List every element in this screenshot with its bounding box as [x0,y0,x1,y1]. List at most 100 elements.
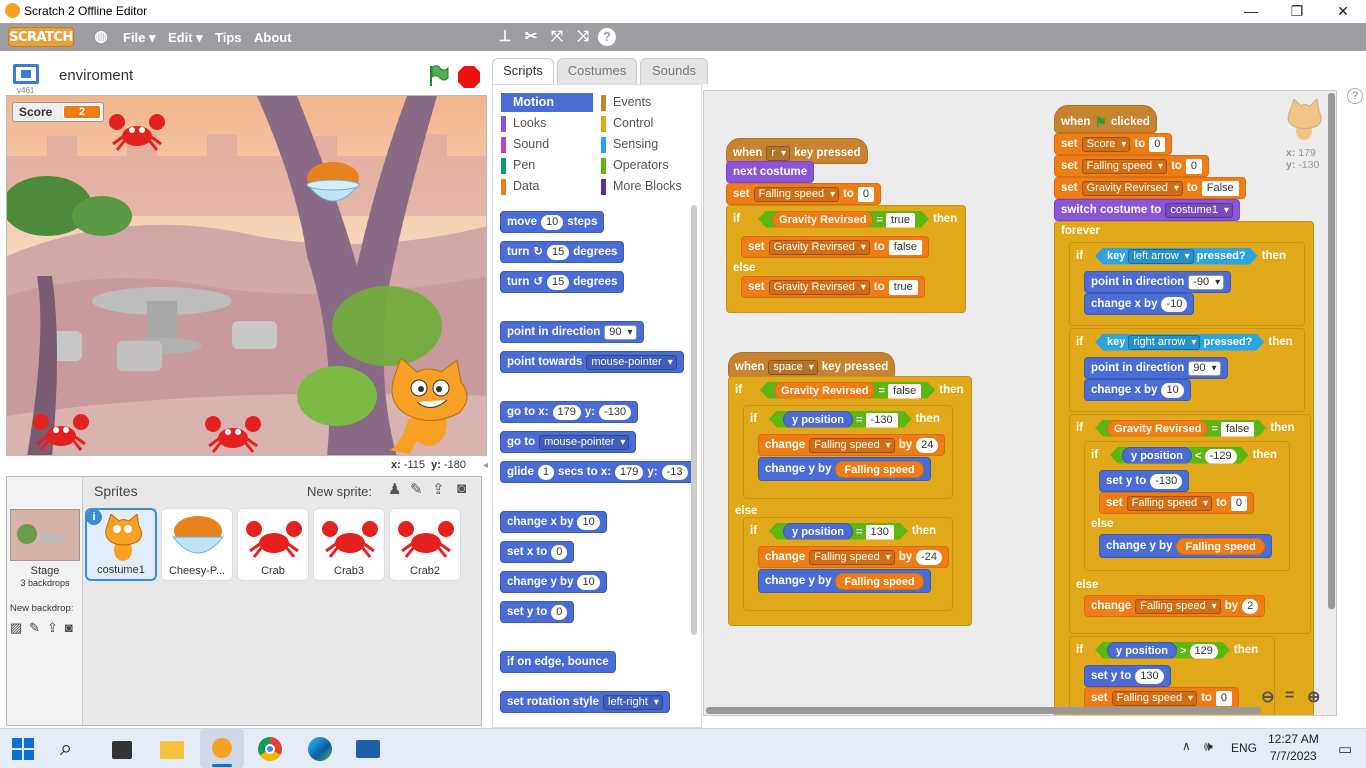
search-icon[interactable]: ⌕ [60,735,72,761]
paint-sprite-icon[interactable]: ✎ [410,480,423,498]
cat-sprite[interactable] [379,358,477,456]
score-monitor[interactable]: Score 2 [12,102,104,122]
block-change-falling-24[interactable]: changeFalling speedby24 [758,434,946,456]
category-data[interactable]: Data [501,177,593,196]
help-tips-icon[interactable]: ? [1347,88,1363,104]
minimize-button[interactable]: — [1228,0,1274,23]
speaker-icon[interactable]: 🕪 [1204,738,1213,755]
block-set-y[interactable]: set y to 0 [500,601,575,623]
block-point-towards[interactable]: point towards mouse-pointer [500,351,684,373]
block-turn-left[interactable]: turn ↺ 15 degrees [500,271,625,293]
camera-backdrop-icon[interactable]: ◙ [65,620,73,635]
file-menu[interactable]: File ▾ [123,30,156,46]
duplicate-icon[interactable]: ⊥ [495,27,515,47]
block-change-falling-2[interactable]: changeFalling speedby2 [1084,595,1266,617]
block-set-y-130[interactable]: set y to 130 [1084,665,1171,687]
cut-icon[interactable]: ✂ [521,27,541,47]
block-glide[interactable]: glide 1 secs to x: 179 y: -13 [500,461,696,483]
block-change-y-falling-2[interactable]: change y by Falling speed [758,569,931,593]
block-change-falling-neg24[interactable]: changeFalling speedby-24 [758,546,950,568]
vertical-scrollbar[interactable] [1328,93,1335,609]
sprite-library-icon[interactable]: ♟ [388,480,401,498]
category-looks[interactable]: Looks [501,114,593,133]
tab-sounds[interactable]: Sounds [640,58,708,84]
category-pen[interactable]: Pen [501,156,593,175]
block-change-x[interactable]: change x by 10 [500,511,607,533]
zoom-in-icon[interactable]: ⊕ [1307,687,1320,707]
category-more-blocks[interactable]: More Blocks [601,177,701,196]
app-icon[interactable] [352,733,384,765]
if-else-gravity-false[interactable]: if Gravity Revirsed = false then if y po… [1069,414,1311,634]
upload-backdrop-icon[interactable]: ⇪ [47,620,58,636]
grow-icon[interactable]: ⤧ [547,27,567,47]
block-change-y[interactable]: change y by 10 [500,571,607,593]
category-sound[interactable]: Sound [501,135,593,154]
block-set-gravity-true[interactable]: setGravity Revirsedtotrue [741,276,925,298]
block-turn-right[interactable]: turn ↻ 15 degrees [500,241,625,263]
shrink-icon[interactable]: ⤨ [573,27,593,47]
draw-backdrop-icon[interactable]: ✎ [29,620,40,636]
scratch-logo[interactable]: SCRATCH [8,27,74,47]
if-left-arrow[interactable]: if key left arrow pressed? then point in… [1069,242,1305,326]
script-area[interactable]: whenrkey pressed next costume setFalling… [703,90,1337,716]
cheesy-puffs-sprite[interactable] [301,158,365,214]
block-set-gravity-False[interactable]: setGravity RevirsedtoFalse [1054,177,1246,199]
crab-sprite[interactable] [109,108,165,154]
clock-date[interactable]: 7/7/2023 [1270,749,1317,763]
close-button[interactable]: ✕ [1320,0,1366,23]
scratch-taskbar-icon[interactable] [200,729,244,768]
chevron-up-icon[interactable]: ∧ [1182,739,1191,753]
windows-start-icon[interactable] [12,738,34,760]
upload-sprite-icon[interactable]: ⇪ [432,480,445,498]
block-set-x[interactable]: set x to 0 [500,541,575,563]
horizontal-scrollbar[interactable] [706,707,1261,714]
sprite-thumb-crab2[interactable]: Crab2 [389,508,461,581]
zoom-out-icon[interactable]: ⊖ [1261,687,1274,707]
stage-canvas[interactable]: Score 2 [6,95,487,456]
crab-sprite-2[interactable] [33,408,89,454]
block-switch-costume[interactable]: switch costume to costume1 [1054,199,1241,221]
if-else-y-lt[interactable]: if y position < -129 then set y to -130 s… [1084,441,1290,571]
block-point-90[interactable]: point in direction 90 [1084,357,1228,379]
block-set-y-neg130[interactable]: set y to -130 [1099,470,1190,492]
paint-backdrop-icon[interactable]: ▨ [10,620,22,636]
if-else-space[interactable]: if Gravity Revirsed = false then if y po… [728,376,972,626]
block-goto-xy[interactable]: go to x: 179 y: -130 [500,401,639,423]
globe-icon[interactable]: ◍ [91,27,111,47]
notification-icon[interactable]: ▭ [1338,740,1352,758]
store-icon[interactable] [106,733,138,765]
category-operators[interactable]: Operators [601,156,693,175]
block-set-falling-speed[interactable]: setFalling speedto0 [726,183,882,205]
forever-loop[interactable]: forever if key left arrow pressed? then … [1054,221,1314,715]
language-indicator[interactable]: ENG [1231,741,1257,755]
about-menu[interactable]: About [254,30,292,45]
hat-when-key-space[interactable]: whenspacekey pressed [728,352,896,378]
block-point-neg90[interactable]: point in direction -90 [1084,271,1232,293]
if-y-neg130[interactable]: if y position = -130 then change Falling … [743,405,953,499]
camera-sprite-icon[interactable]: ◙ [457,480,466,497]
green-flag-icon[interactable] [426,64,450,88]
sprite-thumb-costume1[interactable]: i costume1 [85,508,157,581]
stop-icon[interactable] [457,65,481,89]
if-y-130[interactable]: if y position = 130 then change Falling s… [743,517,953,611]
block-change-y-falling-3[interactable]: change y by Falling speed [1099,534,1272,558]
block-next-costume[interactable]: next costume [726,161,815,183]
zoom-reset-icon[interactable]: = [1285,687,1294,705]
crab-sprite-3[interactable] [205,410,261,456]
block-change-x-10[interactable]: change x by 10 [1084,379,1191,401]
if-y-gt[interactable]: if y position > 129 then set y to 130 set… [1069,636,1275,715]
block-rotation-style[interactable]: set rotation style left-right [500,691,670,713]
chrome-icon[interactable] [254,733,286,765]
sprite-thumb-crab[interactable]: Crab [237,508,309,581]
palette-scrollbar[interactable] [691,205,697,635]
tab-costumes[interactable]: Costumes [557,58,637,84]
sprite-thumb-crab3[interactable]: Crab3 [313,508,385,581]
help-icon[interactable]: ? [598,28,616,46]
file-explorer-icon[interactable] [156,733,188,765]
if-else-gravity[interactable]: if Gravity Revirsed = true then set Gravi… [726,205,966,313]
category-control[interactable]: Control [601,114,693,133]
sprite-thumb-cheesy[interactable]: Cheesy-P... [161,508,233,581]
project-title[interactable]: enviroment [59,67,133,84]
edge-icon[interactable] [304,733,336,765]
if-right-arrow[interactable]: if key right arrow pressed? then point i… [1069,328,1305,412]
